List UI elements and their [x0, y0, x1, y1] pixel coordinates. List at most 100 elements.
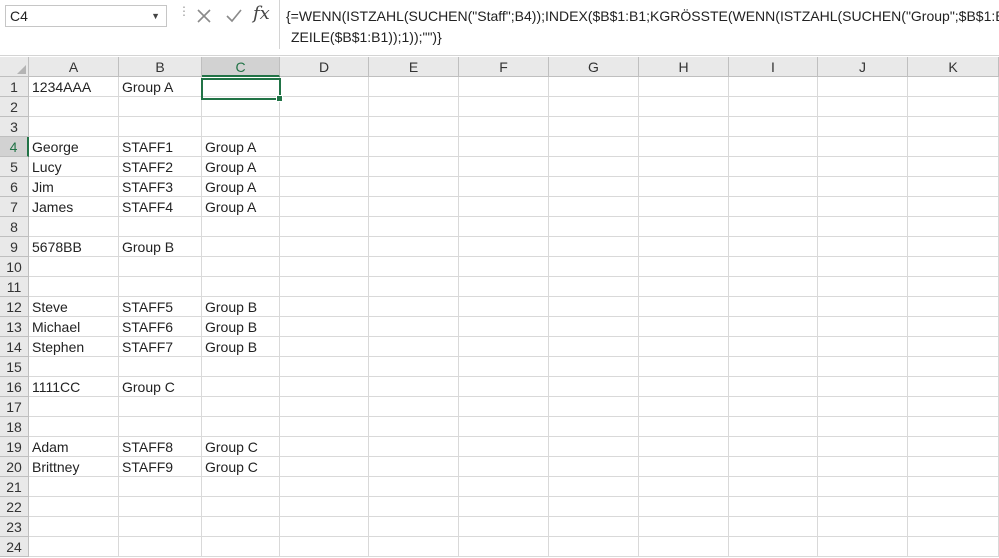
cell-h14[interactable]	[639, 337, 729, 357]
cell-a20[interactable]: Brittney	[29, 457, 119, 477]
cell-f7[interactable]	[459, 197, 549, 217]
cell-f6[interactable]	[459, 177, 549, 197]
cell-g13[interactable]	[549, 317, 639, 337]
column-header-b[interactable]: B	[119, 57, 202, 77]
cell-f22[interactable]	[459, 497, 549, 517]
cell-e7[interactable]	[369, 197, 459, 217]
cell-e20[interactable]	[369, 457, 459, 477]
cell-d3[interactable]	[280, 117, 369, 137]
cell-i14[interactable]	[729, 337, 818, 357]
cell-d19[interactable]	[280, 437, 369, 457]
column-header-f[interactable]: F	[459, 57, 549, 77]
cell-h15[interactable]	[639, 357, 729, 377]
cell-b12[interactable]: STAFF5	[119, 297, 202, 317]
column-header-h[interactable]: H	[639, 57, 729, 77]
cell-c11[interactable]	[202, 277, 280, 297]
cell-d24[interactable]	[280, 537, 369, 557]
cell-c17[interactable]	[202, 397, 280, 417]
row-header-16[interactable]: 16	[0, 377, 29, 397]
cell-k24[interactable]	[908, 537, 999, 557]
cell-k10[interactable]	[908, 257, 999, 277]
cell-j4[interactable]	[818, 137, 908, 157]
column-header-g[interactable]: G	[549, 57, 639, 77]
cell-f18[interactable]	[459, 417, 549, 437]
cell-d22[interactable]	[280, 497, 369, 517]
cell-f5[interactable]	[459, 157, 549, 177]
cell-d6[interactable]	[280, 177, 369, 197]
cell-e23[interactable]	[369, 517, 459, 537]
cell-k23[interactable]	[908, 517, 999, 537]
cell-g11[interactable]	[549, 277, 639, 297]
cell-f17[interactable]	[459, 397, 549, 417]
cell-c22[interactable]	[202, 497, 280, 517]
cell-f3[interactable]	[459, 117, 549, 137]
cell-h22[interactable]	[639, 497, 729, 517]
cell-g24[interactable]	[549, 537, 639, 557]
cell-a22[interactable]	[29, 497, 119, 517]
row-header-21[interactable]: 21	[0, 477, 29, 497]
cell-a16[interactable]: 1111CC	[29, 377, 119, 397]
cell-k12[interactable]	[908, 297, 999, 317]
column-header-d[interactable]: D	[280, 57, 369, 77]
row-header-15[interactable]: 15	[0, 357, 29, 377]
cell-a3[interactable]	[29, 117, 119, 137]
cell-i10[interactable]	[729, 257, 818, 277]
cell-k1[interactable]	[908, 77, 999, 97]
row-header-1[interactable]: 1	[0, 77, 29, 97]
cell-e11[interactable]	[369, 277, 459, 297]
cell-c1[interactable]	[202, 77, 280, 97]
cell-g8[interactable]	[549, 217, 639, 237]
cell-g17[interactable]	[549, 397, 639, 417]
cell-b22[interactable]	[119, 497, 202, 517]
row-header-23[interactable]: 23	[0, 517, 29, 537]
cell-g2[interactable]	[549, 97, 639, 117]
cell-a17[interactable]	[29, 397, 119, 417]
cell-h9[interactable]	[639, 237, 729, 257]
cell-g21[interactable]	[549, 477, 639, 497]
cell-c14[interactable]: Group B	[202, 337, 280, 357]
column-header-i[interactable]: I	[729, 57, 818, 77]
row-header-4[interactable]: 4	[0, 137, 29, 157]
cell-d4[interactable]	[280, 137, 369, 157]
cell-j12[interactable]	[818, 297, 908, 317]
row-header-5[interactable]: 5	[0, 157, 29, 177]
cell-h3[interactable]	[639, 117, 729, 137]
cell-b2[interactable]	[119, 97, 202, 117]
cell-b15[interactable]	[119, 357, 202, 377]
column-header-c[interactable]: C	[202, 57, 280, 77]
cell-a6[interactable]: Jim	[29, 177, 119, 197]
cell-f23[interactable]	[459, 517, 549, 537]
row-header-8[interactable]: 8	[0, 217, 29, 237]
cell-e15[interactable]	[369, 357, 459, 377]
cell-h8[interactable]	[639, 217, 729, 237]
cell-a24[interactable]	[29, 537, 119, 557]
cell-j15[interactable]	[818, 357, 908, 377]
cell-g6[interactable]	[549, 177, 639, 197]
row-header-20[interactable]: 20	[0, 457, 29, 477]
cell-a15[interactable]	[29, 357, 119, 377]
cell-f13[interactable]	[459, 317, 549, 337]
row-header-7[interactable]: 7	[0, 197, 29, 217]
cell-k13[interactable]	[908, 317, 999, 337]
cell-a5[interactable]: Lucy	[29, 157, 119, 177]
cell-k3[interactable]	[908, 117, 999, 137]
cell-f8[interactable]	[459, 217, 549, 237]
cell-k14[interactable]	[908, 337, 999, 357]
cell-g19[interactable]	[549, 437, 639, 457]
cell-i3[interactable]	[729, 117, 818, 137]
cell-a2[interactable]	[29, 97, 119, 117]
cell-h5[interactable]	[639, 157, 729, 177]
cell-d16[interactable]	[280, 377, 369, 397]
cell-e19[interactable]	[369, 437, 459, 457]
cell-d21[interactable]	[280, 477, 369, 497]
cell-k21[interactable]	[908, 477, 999, 497]
cell-h13[interactable]	[639, 317, 729, 337]
row-header-10[interactable]: 10	[0, 257, 29, 277]
cell-a21[interactable]	[29, 477, 119, 497]
column-header-j[interactable]: J	[818, 57, 908, 77]
cell-c20[interactable]: Group C	[202, 457, 280, 477]
cell-g9[interactable]	[549, 237, 639, 257]
cell-b13[interactable]: STAFF6	[119, 317, 202, 337]
cell-e18[interactable]	[369, 417, 459, 437]
cell-b21[interactable]	[119, 477, 202, 497]
